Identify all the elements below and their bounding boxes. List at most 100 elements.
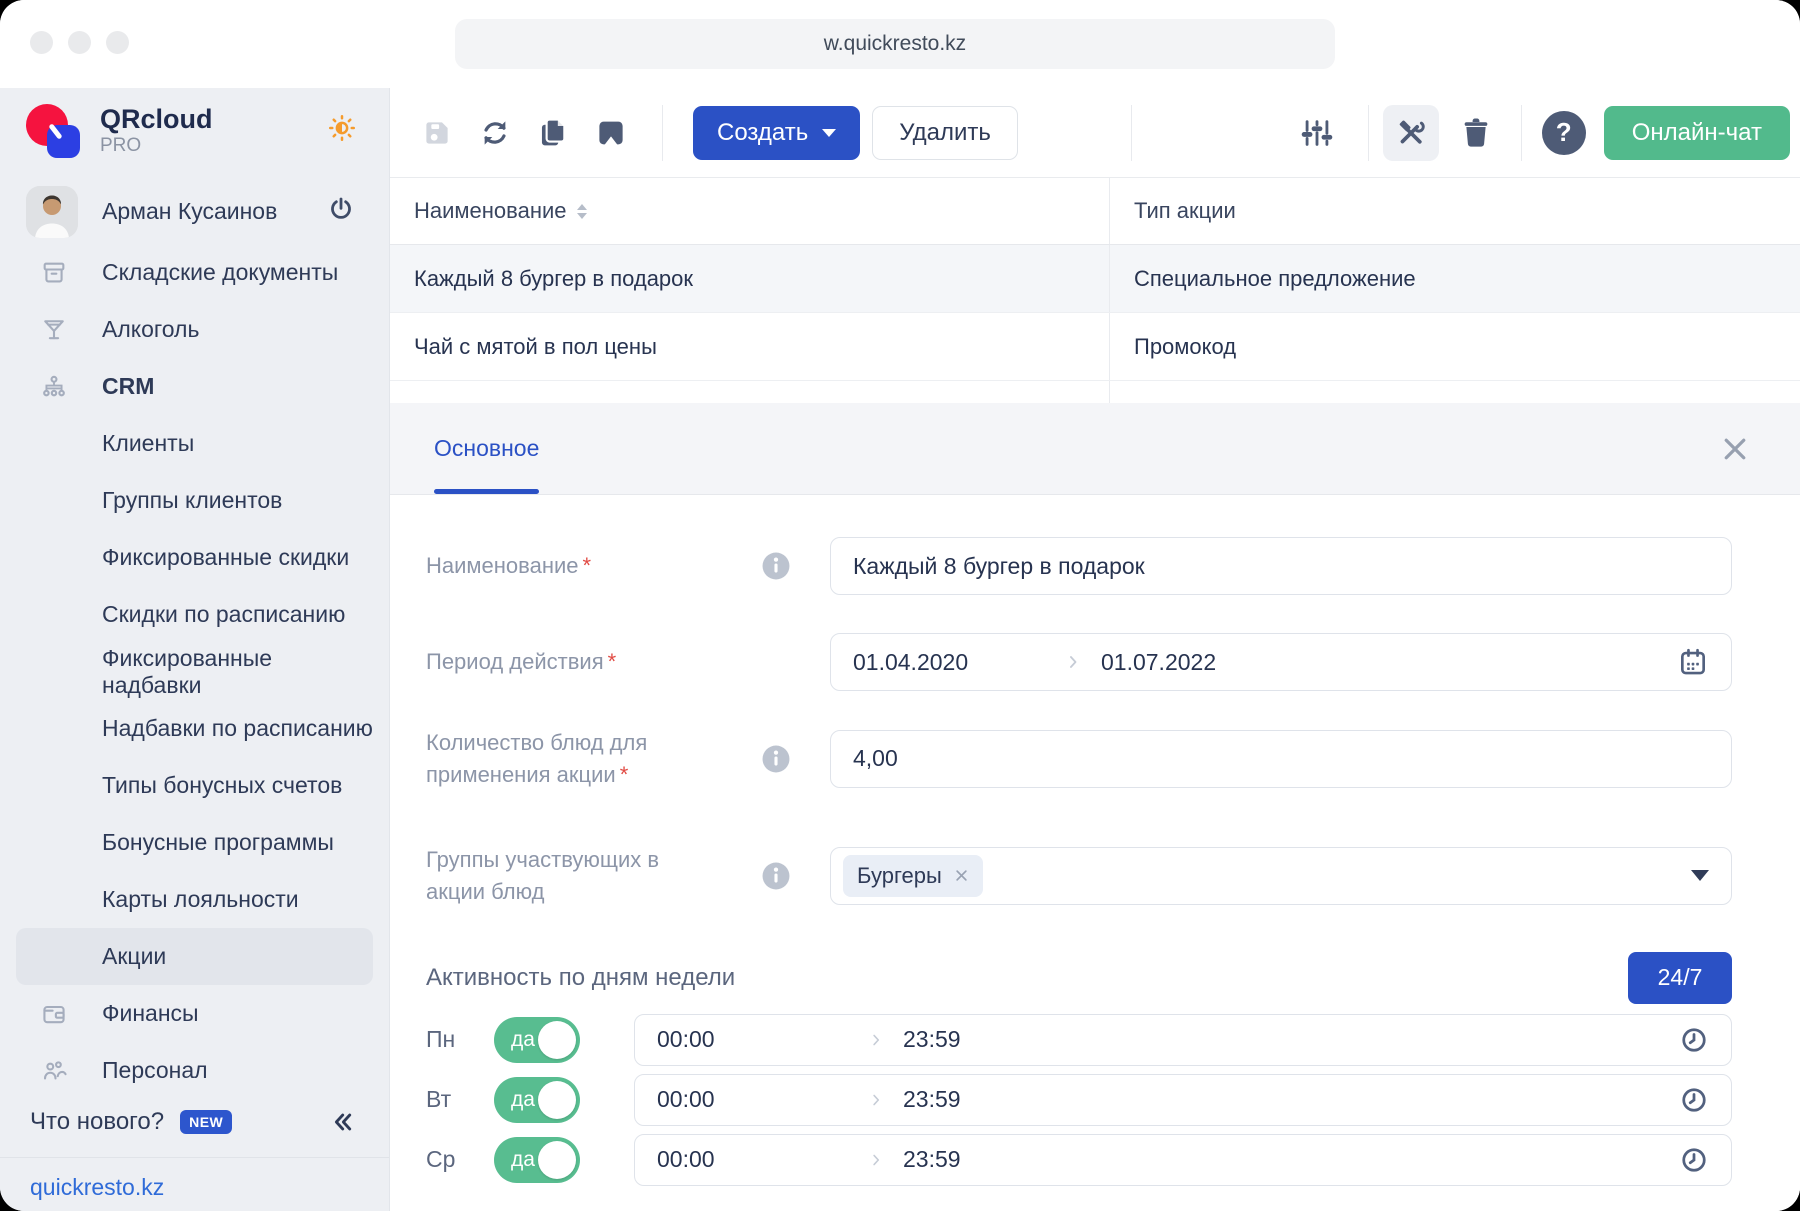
- sidebar-item-fixed-markups[interactable]: Фиксированные надбавки: [16, 643, 373, 700]
- time-from[interactable]: 00:00: [657, 1026, 867, 1053]
- sidebar-item-warehouse-docs[interactable]: Складские документы: [16, 244, 373, 301]
- calendar-icon[interactable]: [1677, 646, 1709, 678]
- tools-icon[interactable]: [1383, 105, 1439, 161]
- period-from[interactable]: 01.04.2020: [853, 649, 1063, 676]
- crm-icon: [40, 373, 68, 401]
- time-to[interactable]: 23:59: [903, 1146, 961, 1173]
- clock-icon[interactable]: [1679, 1085, 1709, 1115]
- time-range-input[interactable]: 00:00 23:59: [634, 1014, 1732, 1066]
- create-button[interactable]: Создать: [693, 106, 860, 160]
- always-24-7-button[interactable]: 24/7: [1628, 952, 1732, 1004]
- sidebar-item-bonus-programs[interactable]: Бонусные программы: [16, 814, 373, 871]
- sidebar-item-scheduled-markups[interactable]: Надбавки по расписанию: [16, 700, 373, 757]
- sidebar-item-alcohol[interactable]: Алкоголь: [16, 301, 373, 358]
- tray-icon[interactable]: [590, 112, 632, 154]
- sidebar-item-finance[interactable]: Финансы: [16, 985, 373, 1042]
- user-profile[interactable]: Арман Кусаинов: [0, 179, 389, 244]
- column-header-name[interactable]: Наименование: [390, 178, 1109, 244]
- sidebar-item-label: Финансы: [102, 1000, 199, 1027]
- active-tab-underline: [434, 489, 539, 494]
- sidebar-item-client-groups[interactable]: Группы клиентов: [16, 472, 373, 529]
- address-bar[interactable]: w.quickresto.kz: [455, 19, 1335, 69]
- sidebar-item-loyalty-cards[interactable]: Карты лояльности: [16, 871, 373, 928]
- refresh-icon[interactable]: [474, 112, 516, 154]
- period-range-input[interactable]: 01.04.2020 01.07.2022: [830, 633, 1732, 691]
- tab-main[interactable]: Основное: [434, 403, 539, 494]
- sort-icon[interactable]: [577, 204, 587, 219]
- power-icon[interactable]: [327, 195, 355, 228]
- sidebar-item-staff[interactable]: Персонал: [16, 1042, 373, 1099]
- help-icon[interactable]: ?: [1542, 111, 1586, 155]
- toolbar: Создать Удалить ?: [390, 88, 1800, 178]
- sidebar-item-clients[interactable]: Клиенты: [16, 415, 373, 472]
- sidebar-item-label: Алкоголь: [102, 316, 199, 343]
- window-dot[interactable]: [68, 31, 91, 54]
- qrcloud-logo: [26, 102, 84, 160]
- table-header: Наименование Тип акции: [390, 178, 1800, 245]
- groups-select[interactable]: Бургеры: [830, 847, 1732, 905]
- sidebar-item-fixed-discounts[interactable]: Фиксированные скидки: [16, 529, 373, 586]
- promotion-form: Наименование* Период действия* 01.04.202…: [390, 495, 1800, 1211]
- period-to[interactable]: 01.07.2022: [1101, 649, 1216, 676]
- logo-row: QRcloud PRO: [0, 88, 389, 173]
- time-to[interactable]: 23:59: [903, 1026, 961, 1053]
- site-link[interactable]: quickresto.kz: [0, 1158, 389, 1201]
- day-toggle[interactable]: да: [494, 1077, 580, 1123]
- delete-button[interactable]: Удалить: [872, 106, 1018, 160]
- create-button-label: Создать: [717, 119, 808, 147]
- sidebar-item-bonus-account-types[interactable]: Типы бонусных счетов: [16, 757, 373, 814]
- info-icon[interactable]: [759, 859, 793, 893]
- brightness-icon[interactable]: [327, 113, 357, 148]
- day-toggle[interactable]: да: [494, 1017, 580, 1063]
- window-dot[interactable]: [106, 31, 129, 54]
- sidebar-item-label: Персонал: [102, 1057, 208, 1084]
- group-chip: Бургеры: [843, 855, 983, 897]
- chip-remove-icon[interactable]: [954, 868, 969, 883]
- whats-new-row[interactable]: Что нового? NEW: [0, 1099, 389, 1145]
- save-icon[interactable]: [416, 112, 458, 154]
- cell-type: Промокод: [1134, 334, 1236, 360]
- field-name: Наименование*: [426, 537, 1732, 595]
- info-icon[interactable]: [759, 742, 793, 776]
- toggle-knob: [538, 1141, 576, 1179]
- time-range-input[interactable]: 00:00 23:59: [634, 1074, 1732, 1126]
- info-icon[interactable]: [759, 549, 793, 583]
- sidebar-item-scheduled-discounts[interactable]: Скидки по расписанию: [16, 586, 373, 643]
- time-from[interactable]: 00:00: [657, 1086, 867, 1113]
- day-toggle[interactable]: да: [494, 1137, 580, 1183]
- online-chat-button[interactable]: Онлайн-чат: [1604, 106, 1790, 160]
- close-icon[interactable]: [1720, 434, 1750, 464]
- day-label: Ср: [426, 1146, 470, 1173]
- duplicate-icon[interactable]: [532, 112, 574, 154]
- window-dot[interactable]: [30, 31, 53, 54]
- time-from[interactable]: 00:00: [657, 1146, 867, 1173]
- clock-icon[interactable]: [1679, 1145, 1709, 1175]
- sidebar-item-label: Фиксированные скидки: [102, 544, 349, 571]
- name-input[interactable]: [830, 537, 1732, 595]
- collapse-sidebar-icon[interactable]: [327, 1108, 355, 1136]
- trash-icon[interactable]: [1455, 112, 1497, 154]
- filters-icon[interactable]: [1296, 112, 1338, 154]
- new-badge: NEW: [180, 1110, 232, 1134]
- time-to[interactable]: 23:59: [903, 1086, 961, 1113]
- field-quantity: Количество блюд для применения акции*: [426, 727, 1732, 791]
- table-empty-strip: [390, 381, 1800, 403]
- create-caret-icon: [822, 129, 836, 137]
- time-range-input[interactable]: 00:00 23:59: [634, 1134, 1732, 1186]
- field-label: Группы участвующих в акции блюд: [426, 847, 659, 904]
- table-row[interactable]: Каждый 8 бургер в подарок Специальное пр…: [390, 245, 1800, 313]
- online-chat-label: Онлайн-чат: [1632, 119, 1762, 147]
- clock-icon[interactable]: [1679, 1025, 1709, 1055]
- sidebar-footer: Что нового? NEW quickresto.kz: [0, 1099, 389, 1211]
- field-label: Период действия: [426, 649, 604, 674]
- main-content: Создать Удалить ?: [390, 88, 1800, 1211]
- day-label: Вт: [426, 1086, 470, 1113]
- chevron-right-icon: [1063, 652, 1083, 672]
- column-header-type[interactable]: Тип акции: [1109, 178, 1800, 244]
- window-controls[interactable]: [30, 31, 129, 54]
- sidebar-item-crm[interactable]: CRM: [16, 358, 373, 415]
- table-row[interactable]: Чай с мятой в пол цены Промокод: [390, 313, 1800, 381]
- sidebar-item-promotions[interactable]: Акции: [16, 928, 373, 985]
- cell-name: Чай с мятой в пол цены: [414, 334, 657, 360]
- quantity-input[interactable]: [830, 730, 1732, 788]
